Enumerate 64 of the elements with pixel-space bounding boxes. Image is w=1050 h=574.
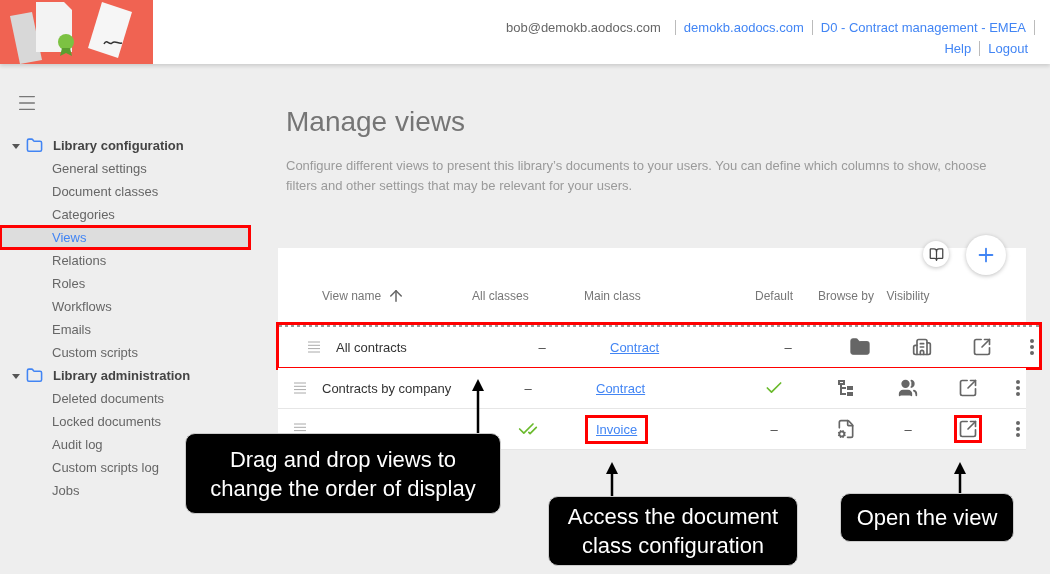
sidebar-item[interactable]: Workflows — [0, 295, 250, 318]
dash: – — [538, 339, 546, 355]
tree-icon — [837, 379, 855, 397]
main-class-link[interactable]: Contract — [602, 335, 668, 359]
expand-triangle-icon[interactable] — [12, 141, 20, 150]
sidebar-item[interactable]: Roles — [0, 272, 250, 295]
folder-icon — [26, 367, 43, 384]
sidebar-item[interactable]: Locked documents — [0, 410, 250, 433]
user-email: bob@demokb.aodocs.com — [506, 20, 661, 35]
section-title[interactable]: Library administration — [53, 368, 191, 383]
sidebar-item[interactable]: Relations — [0, 249, 250, 272]
open-external-icon — [958, 419, 978, 439]
callout-tooltip: Drag and drop views to change the order of display — [185, 433, 501, 514]
sidebar-item[interactable]: Document classes — [0, 180, 250, 203]
sidebar-item[interactable]: Views — [0, 226, 250, 249]
column-header: Main class — [584, 289, 641, 303]
view-name: Contracts by company — [322, 380, 453, 396]
header-link[interactable]: demokb.aodocs.com — [674, 20, 812, 35]
folder-icon — [26, 137, 43, 154]
arrow — [954, 462, 966, 496]
folder-icon — [849, 336, 871, 358]
book-icon — [928, 246, 944, 262]
open-view-button[interactable] — [954, 415, 982, 443]
dash: – — [784, 339, 792, 355]
more-icon — [1030, 339, 1034, 355]
building-icon — [912, 337, 932, 357]
dash: – — [904, 421, 912, 437]
add-button[interactable] — [966, 235, 1006, 275]
document-gear-icon — [836, 419, 856, 439]
dash: – — [770, 421, 778, 437]
section-title[interactable]: Library configuration — [53, 138, 184, 153]
expand-triangle-icon[interactable] — [12, 371, 20, 380]
sidebar-item[interactable]: Custom scripts — [0, 341, 250, 364]
column-header: Default — [755, 289, 793, 303]
page-title: Manage views — [286, 106, 466, 138]
page-description: Configure different views to present this library’s documents to your users. You can define which columns to show, choose filters and other settings that may be relevant for your users. — [286, 157, 988, 195]
arrow — [606, 462, 618, 498]
sidebar-item[interactable]: Categories — [0, 203, 250, 226]
view-row[interactable]: All contracts – Contract – — [278, 324, 1040, 368]
callout-tooltip: Access the document class configuration — [548, 496, 798, 566]
arrow — [472, 379, 484, 435]
header-link[interactable]: D0 - Contract management - EMEA — [811, 20, 1034, 35]
dash: – — [524, 380, 532, 396]
sidebar-item[interactable]: General settings — [0, 157, 250, 180]
main-class-link[interactable]: Invoice — [588, 417, 646, 441]
callout-tooltip: Open the view — [840, 493, 1014, 542]
drag-handle-icon[interactable] — [308, 341, 320, 353]
drag-handle-icon[interactable] — [294, 382, 306, 394]
sidebar-item[interactable]: Deleted documents — [0, 387, 250, 410]
column-header: All classes — [472, 289, 529, 303]
header-link[interactable]: Help — [936, 41, 980, 56]
main-class-link[interactable]: Contract — [588, 376, 654, 400]
column-header[interactable]: View name — [322, 289, 382, 303]
column-header: Browse by — [818, 289, 874, 303]
people-icon — [898, 378, 918, 398]
more-icon — [1016, 421, 1020, 437]
open-external-icon — [972, 337, 992, 357]
open-external-icon — [958, 378, 978, 398]
view-name: All contracts — [336, 339, 408, 355]
sidebar-item[interactable]: Emails — [0, 318, 250, 341]
header-link[interactable]: Logout — [979, 41, 1036, 56]
column-header: Visibility — [886, 289, 930, 303]
guide-button[interactable] — [923, 241, 949, 267]
more-icon — [1016, 380, 1020, 396]
